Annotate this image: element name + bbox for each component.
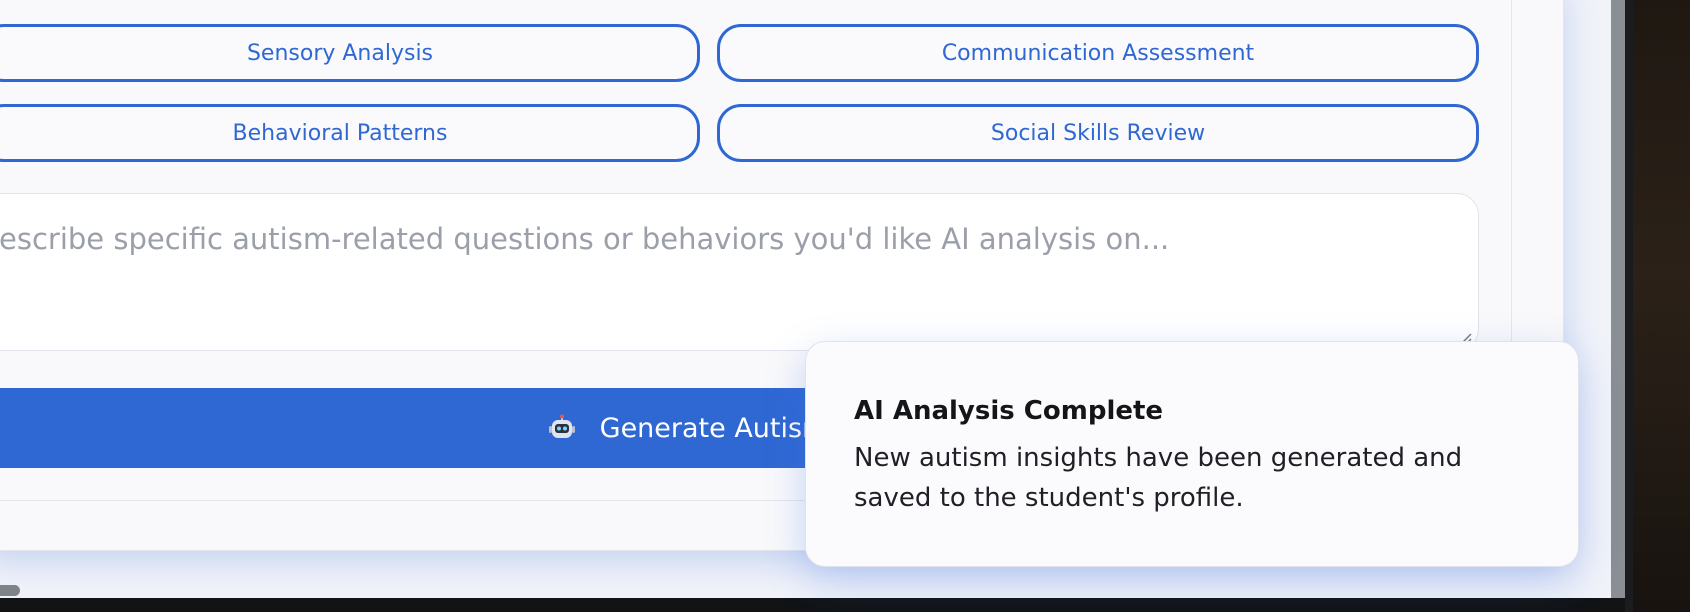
social-skills-review-button[interactable]: Social Skills Review xyxy=(717,104,1479,162)
toast-title: AI Analysis Complete xyxy=(854,396,1164,426)
window-edge xyxy=(1611,0,1625,598)
notification-toast[interactable]: AI Analysis Complete New autism insights… xyxy=(805,341,1579,567)
panel-divider xyxy=(1511,0,1512,372)
question-textarea[interactable]: escribe specific autism-related question… xyxy=(0,193,1479,351)
desktop-background xyxy=(1633,0,1690,612)
window-frame xyxy=(1625,0,1633,612)
robot-icon xyxy=(548,414,576,442)
horizontal-scrollbar-thumb[interactable] xyxy=(0,585,20,596)
sensory-analysis-button[interactable]: Sensory Analysis xyxy=(0,24,700,82)
behavioral-patterns-button[interactable]: Behavioral Patterns xyxy=(0,104,700,162)
toast-message: New autism insights have been generated … xyxy=(854,443,1463,513)
communication-assessment-button[interactable]: Communication Assessment xyxy=(717,24,1479,82)
textarea-placeholder: escribe specific autism-related question… xyxy=(0,222,1170,256)
